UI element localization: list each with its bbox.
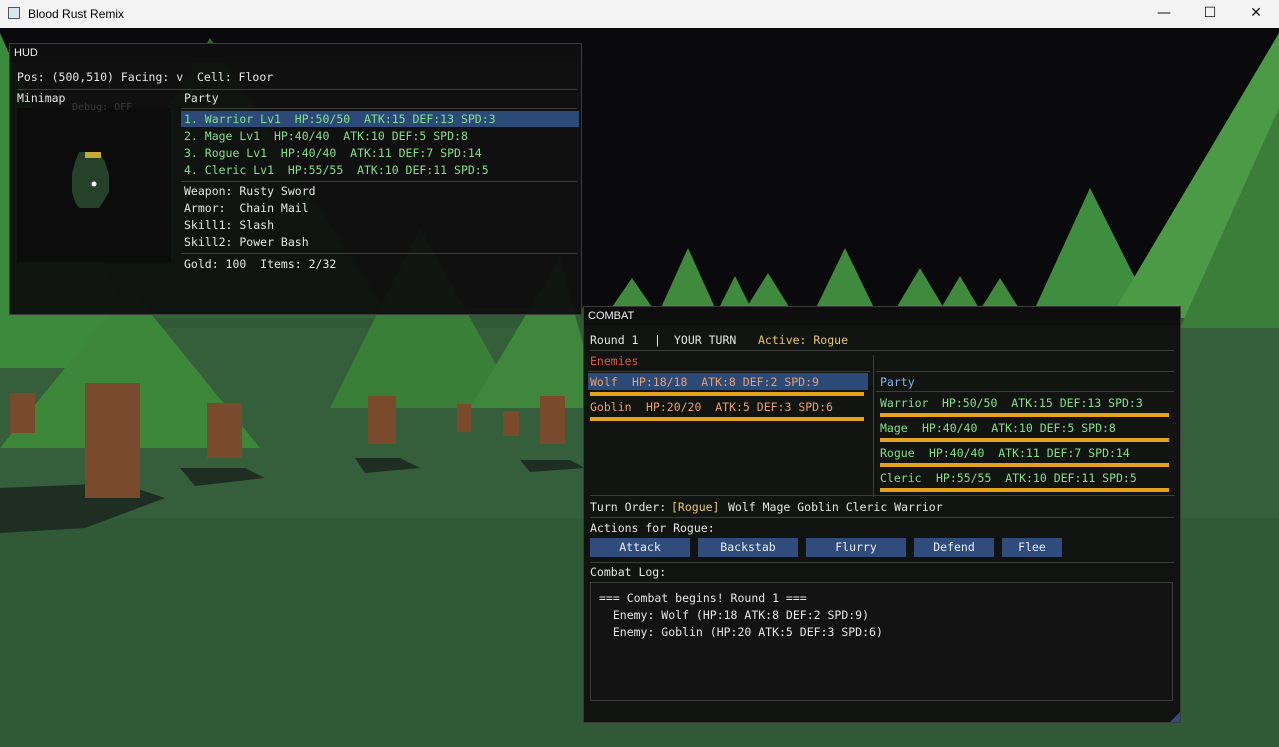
combat-log-line: Enemy: Goblin (HP:20 ATK:5 DEF:3 SPD:6) — [599, 625, 883, 639]
app-icon — [8, 7, 20, 19]
minimap-player-marker — [91, 181, 97, 187]
actions-label: Actions for Rogue: — [590, 521, 715, 535]
divider — [876, 391, 1174, 392]
close-button[interactable]: ✕ — [1233, 0, 1279, 28]
turn-order-queue: Wolf Mage Goblin Cleric Warrior — [728, 500, 943, 514]
combat-party-warrior-hp-bar — [880, 413, 1169, 417]
hud-title: HUD — [10, 44, 581, 62]
defend-button[interactable]: Defend — [914, 538, 994, 557]
divider — [876, 371, 1174, 372]
combat-party-mage-stats[interactable]: HP:40/40 ATK:10 DEF:5 SPD:8 — [922, 421, 1116, 435]
weapon-line: Weapon: Rusty Sword — [184, 184, 316, 198]
skill2-line: Skill2: Power Bash — [184, 235, 309, 249]
combat-log[interactable]: === Combat begins! Round 1 === Enemy: Wo… — [590, 582, 1173, 701]
turn-label: YOUR TURN — [674, 333, 737, 347]
divider — [588, 371, 870, 372]
divider — [181, 108, 577, 109]
party-member-warrior[interactable]: 1. Warrior Lv1 HP:50/50 ATK:15 DEF:13 SP… — [184, 112, 496, 126]
enemy-wolf-stats[interactable]: HP:18/18 ATK:8 DEF:2 SPD:9 — [632, 375, 819, 389]
enemies-label: Enemies — [590, 354, 639, 368]
combat-log-label: Combat Log: — [590, 565, 667, 579]
combat-party-warrior-stats[interactable]: HP:50/50 ATK:15 DEF:13 SPD:3 — [942, 396, 1143, 410]
minimap-label: Minimap — [17, 91, 66, 105]
resize-grip[interactable] — [1170, 712, 1180, 722]
minimap-map — [72, 152, 109, 208]
party-label: Party — [184, 91, 219, 105]
enemy-goblin-stats[interactable]: HP:20/20 ATK:5 DEF:3 SPD:6 — [646, 400, 833, 414]
divider — [590, 350, 1174, 351]
minimize-button[interactable]: — — [1141, 0, 1187, 28]
minimize-icon: — — [1157, 5, 1171, 21]
combat-party-rogue-stats[interactable]: HP:40/40 ATK:11 DEF:7 SPD:14 — [929, 446, 1130, 460]
party-member-mage[interactable]: 2. Mage Lv1 HP:40/40 ATK:10 DEF:5 SPD:8 — [184, 129, 468, 143]
window-titlebar: Blood Rust Remix — ☐ ✕ — [0, 0, 1279, 29]
armor-line: Armor: Chain Mail — [184, 201, 309, 215]
minimap-door-marker — [85, 152, 101, 158]
combat-panel: COMBAT Round 1 | YOUR TURN Active: Rogue… — [583, 306, 1181, 723]
flee-button[interactable]: Flee — [1002, 538, 1062, 557]
combat-party-mage-hp-bar — [880, 438, 1169, 442]
hud-panel: HUD Pos: (500,510) Facing: v Cell: Floor… — [9, 43, 582, 315]
inventory-line: Gold: 100 Items: 2/32 — [184, 257, 337, 271]
round-label: Round 1 — [590, 333, 639, 347]
hud-status-line: Pos: (500,510) Facing: v Cell: Floor — [17, 70, 274, 84]
combat-title: COMBAT — [584, 307, 1180, 325]
minimap[interactable]: Debug: OFF — [17, 102, 171, 262]
enemy-goblin-hp-bar — [590, 417, 864, 421]
combat-party-label: Party — [880, 375, 915, 389]
divider — [17, 89, 577, 90]
window-title: Blood Rust Remix — [28, 7, 125, 21]
skill1-line: Skill1: Slash — [184, 218, 275, 232]
maximize-icon: ☐ — [1203, 5, 1217, 21]
party-member-cleric[interactable]: 4. Cleric Lv1 HP:55/55 ATK:10 DEF:11 SPD… — [184, 163, 489, 177]
enemy-goblin-name[interactable]: Goblin — [590, 400, 632, 414]
divider — [181, 181, 577, 182]
combat-log-line: === Combat begins! Round 1 === — [599, 591, 807, 605]
combat-party-rogue-hp-bar — [880, 463, 1169, 467]
enemy-wolf-hp-bar — [590, 392, 864, 396]
divider — [181, 253, 577, 254]
column-divider — [873, 355, 874, 497]
enemy-wolf-name[interactable]: Wolf — [590, 375, 618, 389]
combat-party-mage[interactable]: Mage — [880, 421, 908, 435]
attack-button[interactable]: Attack — [590, 538, 690, 557]
combat-party-cleric-hp-bar — [880, 488, 1169, 492]
party-member-rogue[interactable]: 3. Rogue Lv1 HP:40/40 ATK:11 DEF:7 SPD:1… — [184, 146, 482, 160]
header-divider: | — [654, 333, 661, 347]
divider — [590, 517, 1174, 518]
combat-party-cleric[interactable]: Cleric — [880, 471, 922, 485]
flurry-button[interactable]: Flurry — [806, 538, 906, 557]
close-icon: ✕ — [1250, 5, 1262, 21]
backstab-button[interactable]: Backstab — [698, 538, 798, 557]
combat-log-line: Enemy: Wolf (HP:18 ATK:8 DEF:2 SPD:9) — [599, 608, 870, 622]
turn-order-current: [Rogue] — [671, 500, 720, 514]
active-character-label: Active: Rogue — [758, 333, 849, 347]
divider — [590, 495, 1174, 496]
combat-party-rogue[interactable]: Rogue — [880, 446, 915, 460]
combat-party-cleric-stats[interactable]: HP:55/55 ATK:10 DEF:11 SPD:5 — [936, 471, 1137, 485]
divider — [590, 562, 1174, 563]
turn-order-label: Turn Order: — [590, 500, 667, 514]
combat-party-warrior[interactable]: Warrior — [880, 396, 928, 410]
maximize-button[interactable]: ☐ — [1187, 0, 1233, 28]
